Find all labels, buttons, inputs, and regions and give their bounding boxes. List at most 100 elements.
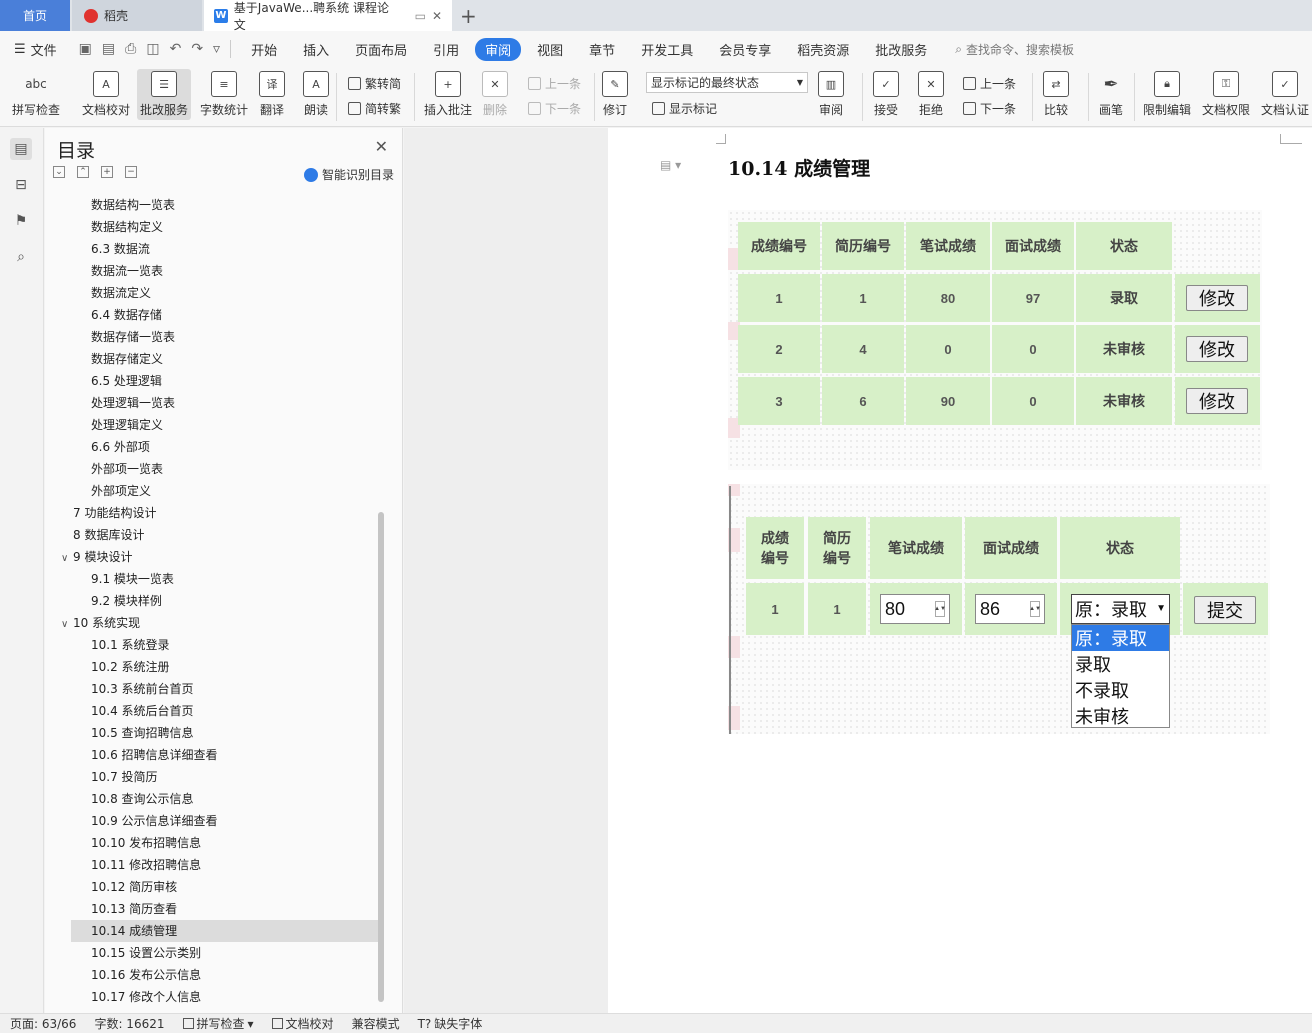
chevron-down-icon[interactable]: ∨	[61, 548, 73, 570]
menu-references[interactable]: 引用	[423, 38, 469, 61]
toc-panel-icon[interactable]: ▤	[10, 138, 32, 160]
collapse-all-icon[interactable]: ⌄	[53, 166, 65, 178]
toc-item[interactable]: 9.1 模块一览表	[91, 568, 174, 590]
toc-item[interactable]: 外部项一览表	[91, 458, 163, 480]
toc-item[interactable]: 外部项定义	[91, 480, 151, 502]
spell-check-button[interactable]: abc 拼写检查	[12, 71, 60, 118]
show-markup-button[interactable]: 显示标记	[652, 100, 717, 117]
chevron-down-icon[interactable]: ∨	[61, 614, 73, 636]
undo-icon[interactable]: ↶	[170, 41, 182, 57]
menu-docer-resources[interactable]: 稻壳资源	[787, 38, 859, 61]
insert-comment-button[interactable]: + 插入批注	[424, 71, 472, 118]
toc-item[interactable]: 8 数据库设计	[61, 524, 144, 546]
close-icon[interactable]: ✕	[375, 137, 388, 156]
export-icon[interactable]: ▤	[102, 41, 115, 57]
spinner-arrows-icon[interactable]: ▲▼	[1029, 601, 1041, 617]
proof-toggle[interactable]: 文档校对	[271, 1015, 334, 1032]
toc-item[interactable]: 6.4 数据存储	[91, 304, 162, 326]
toc-item[interactable]: 处理逻辑定义	[91, 414, 163, 436]
pen-button[interactable]: ✒ 画笔	[1098, 71, 1124, 118]
toc-item[interactable]: 10.9 公示信息详细查看	[91, 810, 218, 832]
toc-item[interactable]: 数据结构定义	[91, 216, 163, 238]
menu-insert[interactable]: 插入	[293, 38, 339, 61]
expand-up-icon[interactable]: ⌃	[77, 166, 89, 178]
toc-item[interactable]: 7 功能结构设计	[61, 502, 156, 524]
spell-check-toggle[interactable]: 拼写检查 ▾	[182, 1015, 254, 1032]
word-count-button[interactable]: ≡ 字数统计	[200, 71, 248, 118]
doc-certify-button[interactable]: ✓ 文档认证	[1261, 71, 1309, 118]
read-aloud-button[interactable]: A 朗读	[303, 71, 329, 118]
trad-to-simp-button[interactable]: 繁转简	[348, 75, 401, 92]
accept-button[interactable]: ✓ 接受	[873, 71, 899, 118]
toc-item[interactable]: 10.4 系统后台首页	[91, 700, 194, 722]
doc-permission-button[interactable]: ⚿ 文档权限	[1202, 71, 1250, 118]
toc-item[interactable]: 数据存储一览表	[91, 326, 175, 348]
menu-review[interactable]: 审阅	[475, 37, 522, 61]
simp-to-trad-button[interactable]: 简转繁	[348, 100, 401, 117]
toc-item[interactable]: 处理逻辑一览表	[91, 392, 175, 414]
menu-member[interactable]: 会员专享	[709, 38, 781, 61]
toc-item[interactable]: 10.1 系统登录	[91, 634, 170, 656]
toc-item[interactable]: 10.12 简历审核	[91, 876, 177, 898]
command-search[interactable]: ⌕ 查找命令、搜索模板	[955, 41, 1074, 58]
toc-item[interactable]: 6.5 处理逻辑	[91, 370, 162, 392]
tab-docer[interactable]: 稻壳	[72, 0, 202, 31]
status-option[interactable]: 未审核	[1072, 703, 1169, 729]
remove-level-icon[interactable]: −	[125, 166, 137, 178]
markup-state-select[interactable]: 显示标记的最终状态 ▼	[646, 72, 808, 93]
edit-button[interactable]: 修改	[1186, 336, 1248, 362]
toc-item[interactable]: 10.14 成绩管理	[71, 920, 379, 942]
toc-item[interactable]: 10.6 招聘信息详细查看	[91, 744, 218, 766]
toc-item[interactable]: 数据结构一览表	[91, 194, 175, 216]
next-comment-button[interactable]: 下一条	[528, 100, 581, 117]
toc-item[interactable]: 10.8 查询公示信息	[91, 788, 194, 810]
toc-item[interactable]: 10.2 系统注册	[91, 656, 170, 678]
toc-item[interactable]: 6.6 外部项	[91, 436, 150, 458]
toc-item[interactable]: 9.2 模块样例	[91, 590, 162, 612]
toc-item[interactable]: 6.3 数据流	[91, 238, 150, 260]
translate-button[interactable]: 译 翻译	[259, 71, 285, 118]
new-tab-button[interactable]: +	[460, 4, 477, 28]
print-preview-icon[interactable]: ◫	[146, 41, 159, 57]
toc-item[interactable]: 10.5 查询招聘信息	[91, 722, 194, 744]
toc-item[interactable]: 10.11 修改招聘信息	[91, 854, 201, 876]
toc-item[interactable]: 数据流定义	[91, 282, 151, 304]
revise-service-button[interactable]: ☰ 批改服务	[137, 69, 192, 120]
missing-font-button[interactable]: T? 缺失字体	[418, 1015, 483, 1032]
smart-toc-button[interactable]: 智能识别目录	[303, 166, 394, 183]
submit-button[interactable]: 提交	[1194, 596, 1256, 624]
toc-item[interactable]: 10.16 发布公示信息	[91, 964, 201, 986]
prev-change-button[interactable]: 上一条	[963, 75, 1016, 92]
add-level-icon[interactable]: +	[101, 166, 113, 178]
interview-score-input[interactable]: 86 ▲▼	[975, 594, 1045, 624]
customize-icon[interactable]: ▿	[213, 41, 220, 57]
edit-button[interactable]: 修改	[1186, 388, 1248, 414]
toc-item[interactable]: 数据存储定义	[91, 348, 163, 370]
status-option[interactable]: 原：录取	[1072, 625, 1169, 651]
tab-home[interactable]: 首页	[0, 0, 70, 31]
tab-document[interactable]: W 基于JavaWe...聘系统 课程论文 ▭ ✕	[204, 0, 452, 32]
search-icon[interactable]: ⌕	[10, 246, 32, 268]
redo-icon[interactable]: ↷	[191, 41, 203, 57]
file-menu[interactable]: ☰ 文件	[14, 40, 57, 59]
toc-item[interactable]: ∨ 9 模块设计	[61, 546, 132, 568]
status-option[interactable]: 录取	[1072, 651, 1169, 677]
menu-section[interactable]: 章节	[579, 38, 625, 61]
menu-view[interactable]: 视图	[527, 38, 573, 61]
menu-layout[interactable]: 页面布局	[345, 38, 417, 61]
restrict-editing-button[interactable]: 🔒︎ 限制编辑	[1143, 71, 1191, 118]
toc-item[interactable]: 10.15 设置公示类别	[91, 942, 201, 964]
menu-start[interactable]: 开始	[241, 38, 287, 61]
reject-button[interactable]: ✕ 拒绝	[918, 71, 944, 118]
prev-comment-button[interactable]: 上一条	[528, 75, 581, 92]
chapter-nav-icon[interactable]: ⊟	[10, 174, 32, 196]
toc-item[interactable]: 10.10 发布招聘信息	[91, 832, 201, 854]
review-button[interactable]: ▥ 审阅	[818, 71, 844, 118]
status-select[interactable]: 原：录取 ▼	[1071, 594, 1170, 624]
compare-button[interactable]: ⇄ 比较	[1043, 71, 1069, 118]
status-option[interactable]: 不录取	[1072, 677, 1169, 703]
delete-comment-button[interactable]: ✕ 删除	[482, 71, 508, 118]
toc-scrollbar[interactable]	[378, 512, 384, 1002]
doc-check-button[interactable]: A 文档校对	[82, 71, 130, 118]
print-icon[interactable]: ⎙	[125, 41, 136, 57]
